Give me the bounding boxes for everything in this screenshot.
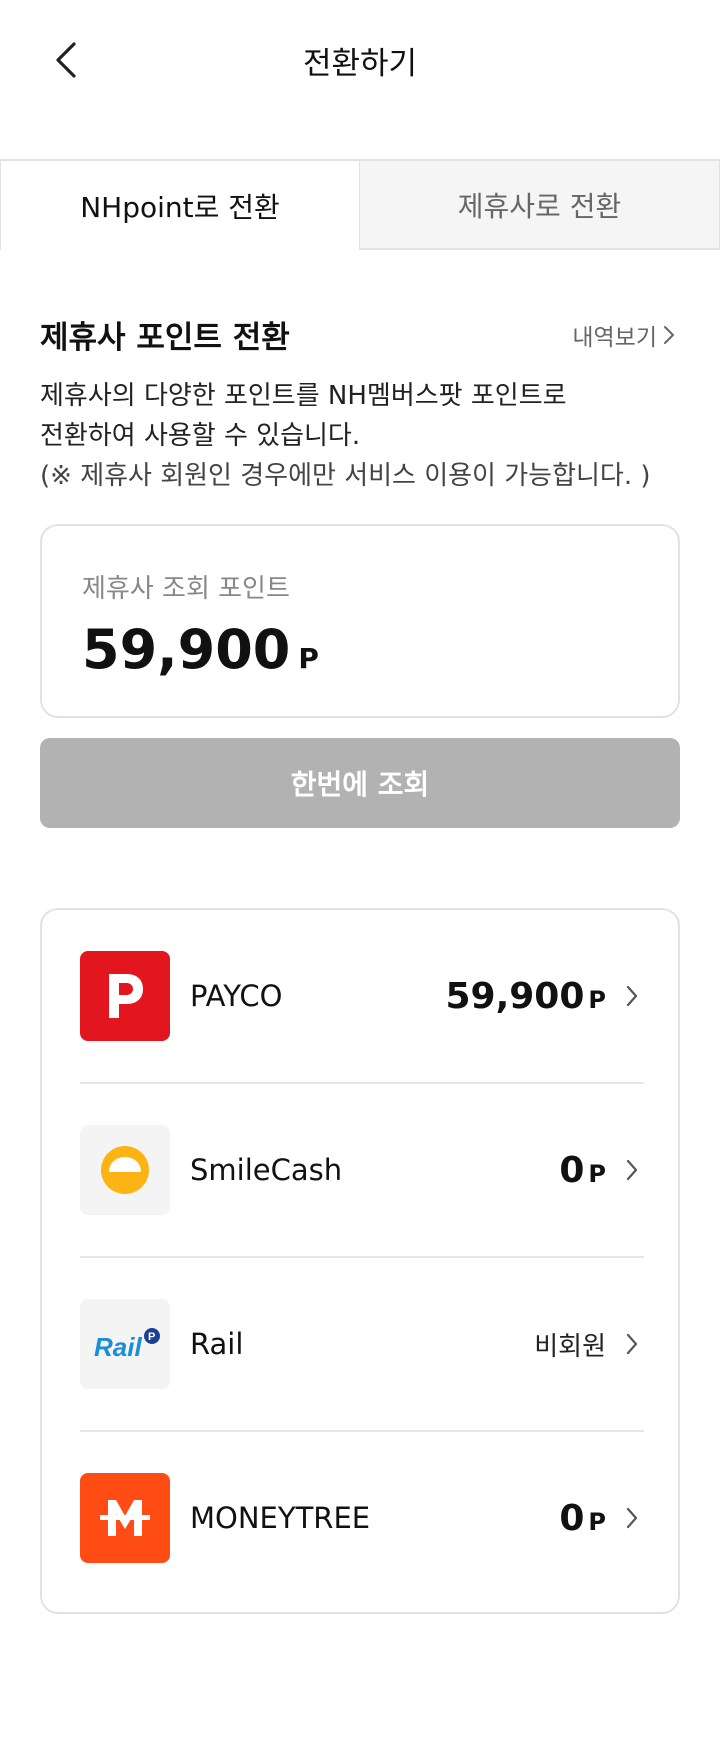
svg-text:P: P [148,1331,155,1343]
payco-logo-icon [80,951,170,1041]
partner-points-unit: P [588,1507,606,1536]
summary-amount: 59,900 [82,618,291,681]
chevron-right-icon [664,326,674,344]
smilecash-logo-icon [80,1125,170,1215]
description-line-2: 전환하여 사용할 수 있습니다. [40,421,361,451]
summary-label: 제휴사 조회 포인트 [82,574,290,604]
partner-points-amount: 0 [559,1497,585,1539]
page-title: 전환하기 [302,46,418,82]
top-bar: 전환하기 [0,0,720,120]
summary-value: 59,900 P [82,618,319,681]
partner-point-summary-card: 제휴사 조회 포인트 59,900 P [40,524,680,718]
description-line-1: 제휴사의 다양한 포인트를 NH멤버스팟 포인트로 [40,381,567,411]
partner-points-unit: P [588,985,606,1014]
tab-nhpoint-conversion[interactable]: NHpoint로 전환 [0,161,360,250]
partner-name: Rail [190,1327,244,1361]
history-link[interactable]: 내역보기 [572,318,675,352]
description-note: (※ 제휴사 회원인 경우에만 서비스 이용이 가능합니다. ) [40,461,651,491]
rail-logo-icon: Rail P [80,1299,170,1389]
partner-points-unit: P [588,1159,606,1188]
partner-row-rail[interactable]: Rail P Rail 비회원 [80,1258,644,1430]
partner-points-amount: 0 [559,1149,585,1191]
chevron-right-icon [620,978,644,1014]
tab-bar: NHpoint로 전환 제휴사로 전환 [0,159,720,250]
partner-membership-status: 비회원 [534,1331,606,1362]
query-all-button[interactable]: 한번에 조회 [40,738,680,828]
partner-name: MONEYTREE [190,1501,371,1535]
partner-points: 0 P [559,1150,606,1191]
partner-row-moneytree[interactable]: MONEYTREE 0 P [80,1432,644,1604]
moneytree-logo-icon [80,1473,170,1563]
partner-points-amount: 59,900 [445,975,585,1017]
history-link-label: 내역보기 [572,325,657,351]
partner-row-payco[interactable]: PAYCO 59,900 P [80,910,644,1082]
partner-row-smilecash[interactable]: SmileCash 0 P [80,1084,644,1256]
partner-points: 0 P [559,1498,606,1539]
chevron-right-icon [620,1500,644,1536]
partner-list: PAYCO 59,900 P SmileCash 0 P Rail P Rail… [40,908,680,1614]
tab-partner-conversion[interactable]: 제휴사로 전환 [360,161,720,250]
section-title: 제휴사 포인트 전환 [40,320,290,356]
summary-unit: P [298,642,319,675]
chevron-right-icon [620,1152,644,1188]
section-description: 제휴사의 다양한 포인트를 NH멤버스팟 포인트로 전환하여 사용할 수 있습니… [40,376,690,496]
partner-points: 59,900 P [445,976,606,1017]
partner-name: SmileCash [190,1153,343,1187]
rail-logo-text: Rail [94,1332,142,1362]
partner-name: PAYCO [190,979,283,1013]
chevron-right-icon [620,1326,644,1362]
